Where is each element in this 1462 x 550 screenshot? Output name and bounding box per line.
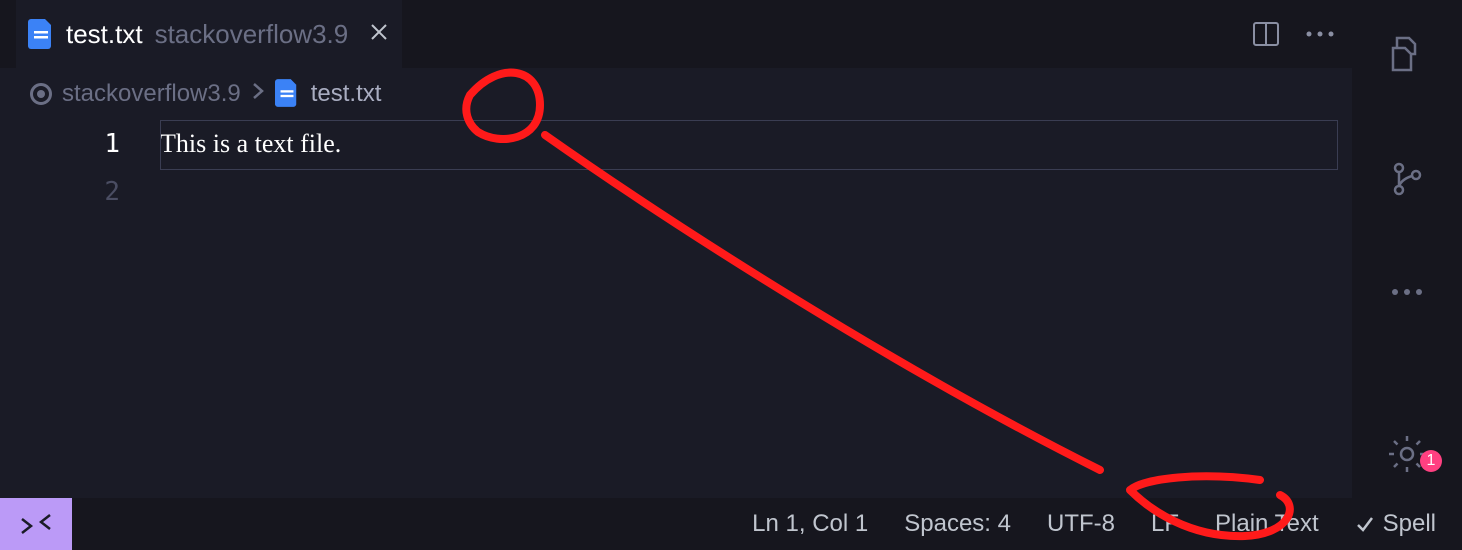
status-line-col[interactable]: Ln 1, Col 1 (752, 510, 868, 538)
text-file-icon (275, 79, 301, 109)
editor[interactable]: 1 2 This is a text file. (0, 120, 1352, 498)
remote-button[interactable] (0, 498, 72, 550)
settings-badge: 1 (1420, 450, 1442, 472)
status-language[interactable]: Plain Text (1215, 510, 1319, 538)
main-area: test.txt stackoverflow3.9 (0, 0, 1352, 498)
breadcrumb-folder[interactable]: stackoverflow3.9 (62, 80, 241, 108)
tab-actions (1252, 20, 1336, 48)
line-number: 2 (0, 168, 120, 216)
line-number: 1 (0, 120, 120, 168)
more-icon[interactable] (1389, 284, 1425, 302)
editor-tab[interactable]: test.txt stackoverflow3.9 (16, 0, 402, 68)
gutter: 1 2 (0, 120, 160, 498)
tab-bar: test.txt stackoverflow3.9 (0, 0, 1352, 68)
status-spell-label: Spell (1383, 510, 1436, 538)
status-eol[interactable]: LF (1151, 510, 1179, 538)
breadcrumb: stackoverflow3.9 test.txt (0, 68, 1352, 120)
status-bar: Ln 1, Col 1 Spaces: 4 UTF-8 LF Plain Tex… (0, 498, 1462, 550)
status-spaces[interactable]: Spaces: 4 (904, 510, 1011, 538)
tab-subtitle: stackoverflow3.9 (155, 19, 349, 50)
code-area[interactable]: This is a text file. (160, 120, 1352, 498)
activity-bar: 1 (1352, 0, 1462, 498)
check-icon (1355, 514, 1375, 534)
code-line: This is a text file. (160, 120, 1352, 168)
close-tab-button[interactable] (368, 19, 390, 50)
breadcrumb-file-label: test.txt (311, 80, 382, 108)
breadcrumb-file[interactable]: test.txt (275, 79, 382, 109)
explorer-icon[interactable] (1387, 34, 1427, 79)
breadcrumb-separator-icon (251, 80, 265, 108)
more-actions-icon[interactable] (1304, 29, 1336, 39)
tab-filename: test.txt (66, 19, 143, 50)
text-file-icon (28, 19, 54, 49)
status-right: Ln 1, Col 1 Spaces: 4 UTF-8 LF Plain Tex… (752, 510, 1462, 538)
source-control-icon[interactable] (1387, 159, 1427, 204)
split-editor-icon[interactable] (1252, 20, 1280, 48)
breadcrumb-root-icon (30, 83, 52, 105)
status-encoding[interactable]: UTF-8 (1047, 510, 1115, 538)
status-spell[interactable]: Spell (1355, 510, 1436, 538)
